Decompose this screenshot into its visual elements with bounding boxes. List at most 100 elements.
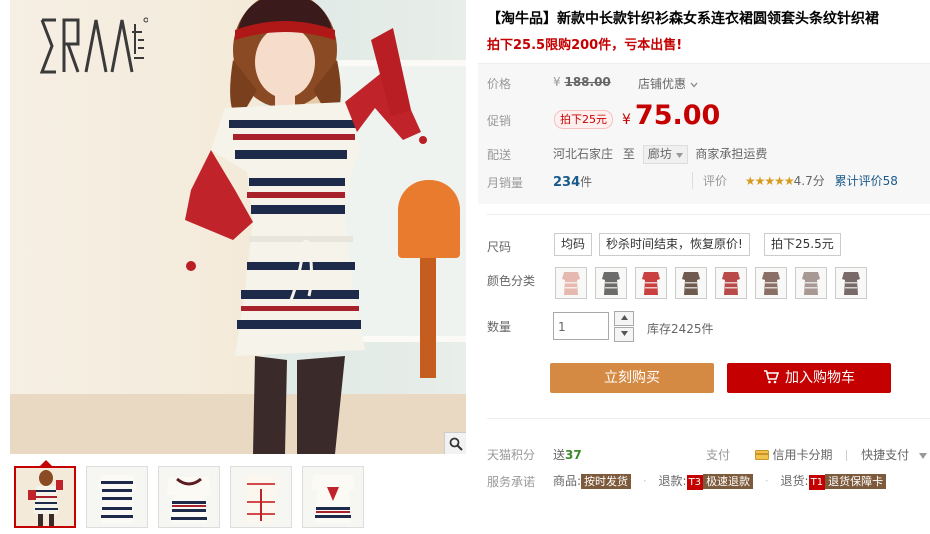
color-swatch-image [796,268,826,298]
color-swatch-4[interactable] [675,267,707,299]
caret-up-icon [620,315,628,320]
original-price-value: 188.00 [564,75,611,89]
quick-pay[interactable]: 快捷支付 [861,448,909,462]
buy-now-button[interactable]: 立刻购买 [550,363,714,393]
size-option-3[interactable]: 拍下25.5元 [764,233,841,256]
points-prefix: 送 [553,448,566,462]
thumbnail-1[interactable] [14,466,76,528]
sales-label: 月销量 [487,176,524,190]
shipping-fee: 商家承担运费 [695,147,768,161]
color-swatch-7[interactable] [795,267,827,299]
quantity-input[interactable]: 1 [553,312,609,340]
thumbnail-image [303,467,363,527]
color-swatch-image [836,268,866,298]
cart-icon [764,370,780,384]
thumbnail-2[interactable] [86,466,148,528]
promo-price-currency: ¥ [622,112,631,128]
size-option-2[interactable]: 秒杀时间结束，恢复原价! [599,233,750,256]
ship-to-prefix: 至 [622,147,635,161]
model-figure [185,0,427,454]
payment-label: 支付 [706,448,731,462]
service-return-badge[interactable]: 退货保障卡 [825,474,887,489]
thumbnail-5[interactable] [302,466,364,528]
service-goods-prefix: 商品: [553,474,582,488]
shipping-info: 河北石家庄 至 廊坊 商家承担运费 [553,145,767,164]
color-swatch-5[interactable] [715,267,747,299]
price-label: 价格 [487,77,512,91]
chevron-down-icon[interactable] [919,452,928,459]
promo-label: 促销 [487,114,512,128]
shipping-label: 配送 [487,148,512,162]
color-swatch-1[interactable] [555,267,587,299]
size-label: 尺码 [487,240,512,254]
zoom-icon [449,437,463,451]
brand-logo [39,17,148,74]
thumbnail-3[interactable] [158,466,220,528]
add-to-cart-label: 加入购物车 [785,370,855,386]
service-refund-badge[interactable]: 极速退款 [703,474,754,489]
points-number: 37 [565,448,582,462]
service-refund-code: T3 [686,475,704,490]
ship-to-selector[interactable]: 廊坊 [642,145,688,164]
separator-dot: · [764,474,769,488]
sales-count: 234 [553,175,581,190]
color-swatch-image [676,268,706,298]
chevron-down-icon [690,82,698,87]
rating-score: 4.7分 [793,174,825,188]
service-refund-prefix: 退款: [658,474,687,488]
color-swatch-image [636,268,666,298]
add-to-cart-button[interactable]: 加入购物车 [727,363,891,393]
shop-offer-label: 店铺优惠 [638,77,687,91]
separator-dot: · [642,474,647,488]
thumbnail-image [16,468,74,526]
original-price: ¥ 188.00 [553,75,611,89]
color-swatch-2[interactable] [595,267,627,299]
sales-unit: 件 [580,175,593,189]
promo-tag: 拍下25元 [554,110,613,129]
main-product-image[interactable] [10,0,466,454]
thumbnail-strip [14,466,364,528]
promo-price: ¥75.00 [622,100,720,131]
spacer [743,450,745,461]
quantity-decrease-button[interactable] [614,327,634,342]
thumbnail-image [231,467,291,527]
color-swatch-image [756,268,786,298]
product-title: 【淘牛品】新款中长款针织衫森女系连衣裙圆领套头条纹针织裙 [487,11,879,27]
product-subtitle: 拍下25.5限购200件，亏本出售! [487,38,683,53]
rating-stars: ★★★★★ [744,174,795,188]
shop-offer-dropdown[interactable]: 店铺优惠 [638,75,698,92]
caret-down-icon [675,153,683,158]
quantity-label: 数量 [487,320,512,334]
monthly-sales: 234件 [553,173,592,190]
service-return-code: T1 [808,475,826,490]
service-goods-badge[interactable]: 按时发货 [581,474,632,489]
color-swatch-image [596,268,626,298]
size-option-1[interactable]: 均码 [554,233,593,256]
thumbnail-4[interactable] [230,466,292,528]
ship-to-value: 廊坊 [647,147,672,161]
rating-summary: 评价 ★★★★★4.7分 累计评价58 [692,172,898,189]
color-swatch-image [716,268,746,298]
color-swatch-3[interactable] [635,267,667,299]
zoom-button[interactable] [444,432,466,454]
quantity-increase-button[interactable] [614,311,634,326]
thumbnail-image [87,467,147,527]
payment-methods: 支付 信用卡分期 快捷支付 [706,446,928,463]
rating-label: 评价 [703,174,728,188]
divider [487,214,930,215]
credit-card-icon [754,450,769,460]
review-count-link[interactable]: 累计评价58 [835,174,898,188]
credit-card-installment[interactable]: 信用卡分期 [773,448,833,462]
color-swatch-6[interactable] [755,267,787,299]
color-label: 颜色分类 [487,274,536,288]
caret-down-icon [620,331,628,336]
points-value: 送37 [553,446,582,463]
color-swatch-image [556,268,586,298]
stock-text: 库存2425件 [647,322,714,336]
service-promises: 商品: 按时发货 · 退款: T3 极速退款 · 退货: T1 退货保障卡 [553,472,887,490]
divider [487,418,930,419]
color-swatch-8[interactable] [835,267,867,299]
service-return-prefix: 退货: [780,474,809,488]
promo-price-value: 75.00 [634,100,721,131]
thumbnail-image [159,467,219,527]
